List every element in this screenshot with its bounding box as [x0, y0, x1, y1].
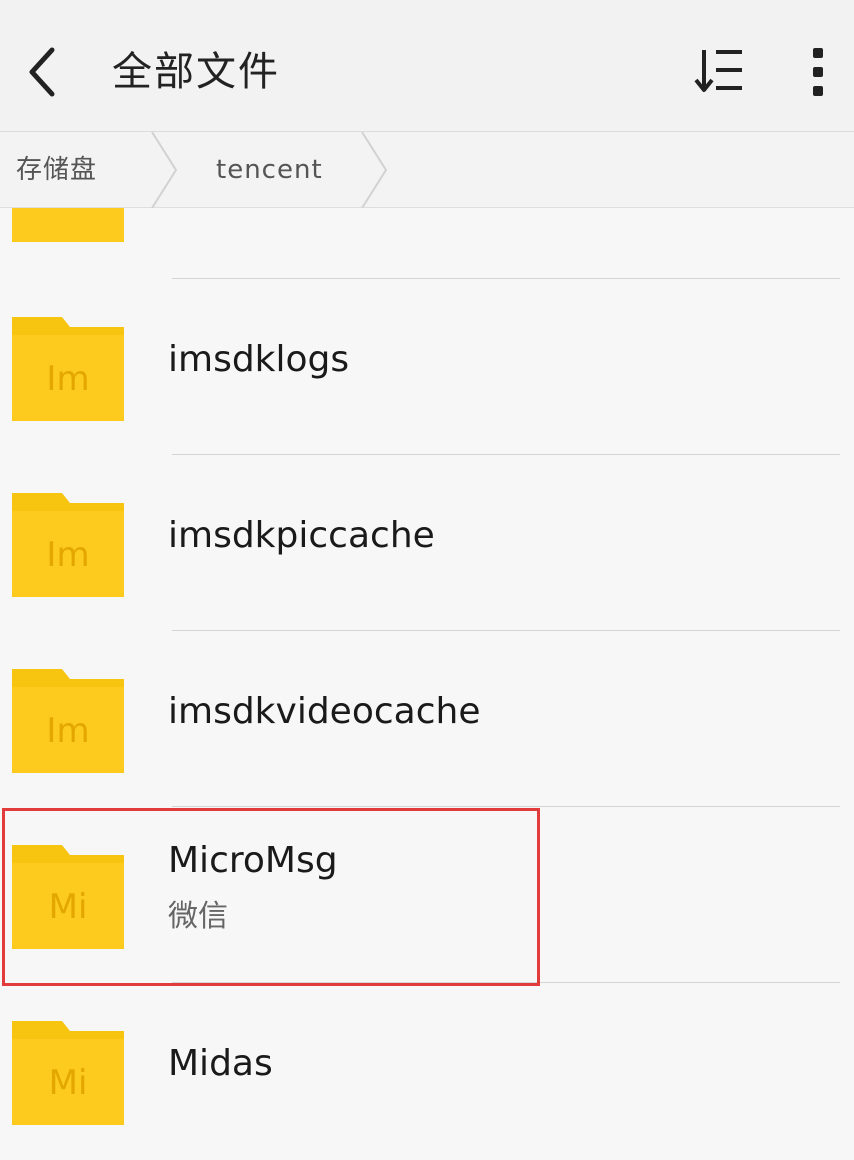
sort-icon [694, 50, 742, 92]
page-title: 全部文件 [112, 49, 280, 95]
folder-name: imsdkpiccache [168, 515, 435, 556]
breadcrumb-item-storage[interactable]: 存储盘 [16, 132, 97, 208]
list-item[interactable]: Im imsdkpiccache [0, 455, 854, 631]
folder-subtitle: 微信 [168, 899, 228, 934]
folder-icon: Im [10, 489, 126, 597]
app-header: 全部文件 [0, 0, 854, 132]
folder-name: Midas [168, 1043, 273, 1084]
more-vertical-icon [813, 48, 823, 96]
more-options-button[interactable] [798, 40, 838, 104]
folder-abbreviation: Im [46, 711, 90, 751]
file-manager-screen: 全部文件 存储盘 tencent Im imsdklogs Im imsdkpi… [0, 0, 854, 1160]
chevron-left-icon [29, 47, 55, 97]
folder-name: imsdklogs [168, 339, 350, 380]
list-item[interactable]: Mi MicroMsg 微信 [0, 807, 854, 983]
folder-icon: Im [10, 665, 126, 773]
folder-icon: Mi [10, 1017, 126, 1125]
folder-icon: Im [10, 313, 126, 421]
breadcrumb: 存储盘 tencent [0, 131, 854, 209]
folder-abbreviation: Mi [48, 1063, 88, 1103]
folder-name: MicroMsg [168, 840, 338, 881]
folder-abbreviation: Mi [48, 887, 88, 927]
back-button[interactable] [18, 40, 78, 104]
list-item[interactable]: Im imsdkvideocache [0, 631, 854, 807]
folder-icon: Mi [10, 841, 126, 949]
breadcrumb-separator-icon [360, 131, 390, 209]
list-item[interactable]: Im imsdklogs [0, 279, 854, 455]
folder-abbreviation: Im [46, 359, 90, 399]
breadcrumb-item-tencent[interactable]: tencent [216, 132, 323, 208]
folder-name: imsdkvideocache [168, 691, 481, 732]
list-item[interactable]: Mi Midas [0, 983, 854, 1159]
sort-button[interactable] [690, 42, 750, 102]
breadcrumb-separator-icon [150, 131, 180, 209]
folder-abbreviation: Im [46, 535, 90, 575]
file-list: Im imsdklogs Im imsdkpiccache Im imsdkvi… [0, 208, 854, 1160]
folder-icon [10, 208, 126, 242]
